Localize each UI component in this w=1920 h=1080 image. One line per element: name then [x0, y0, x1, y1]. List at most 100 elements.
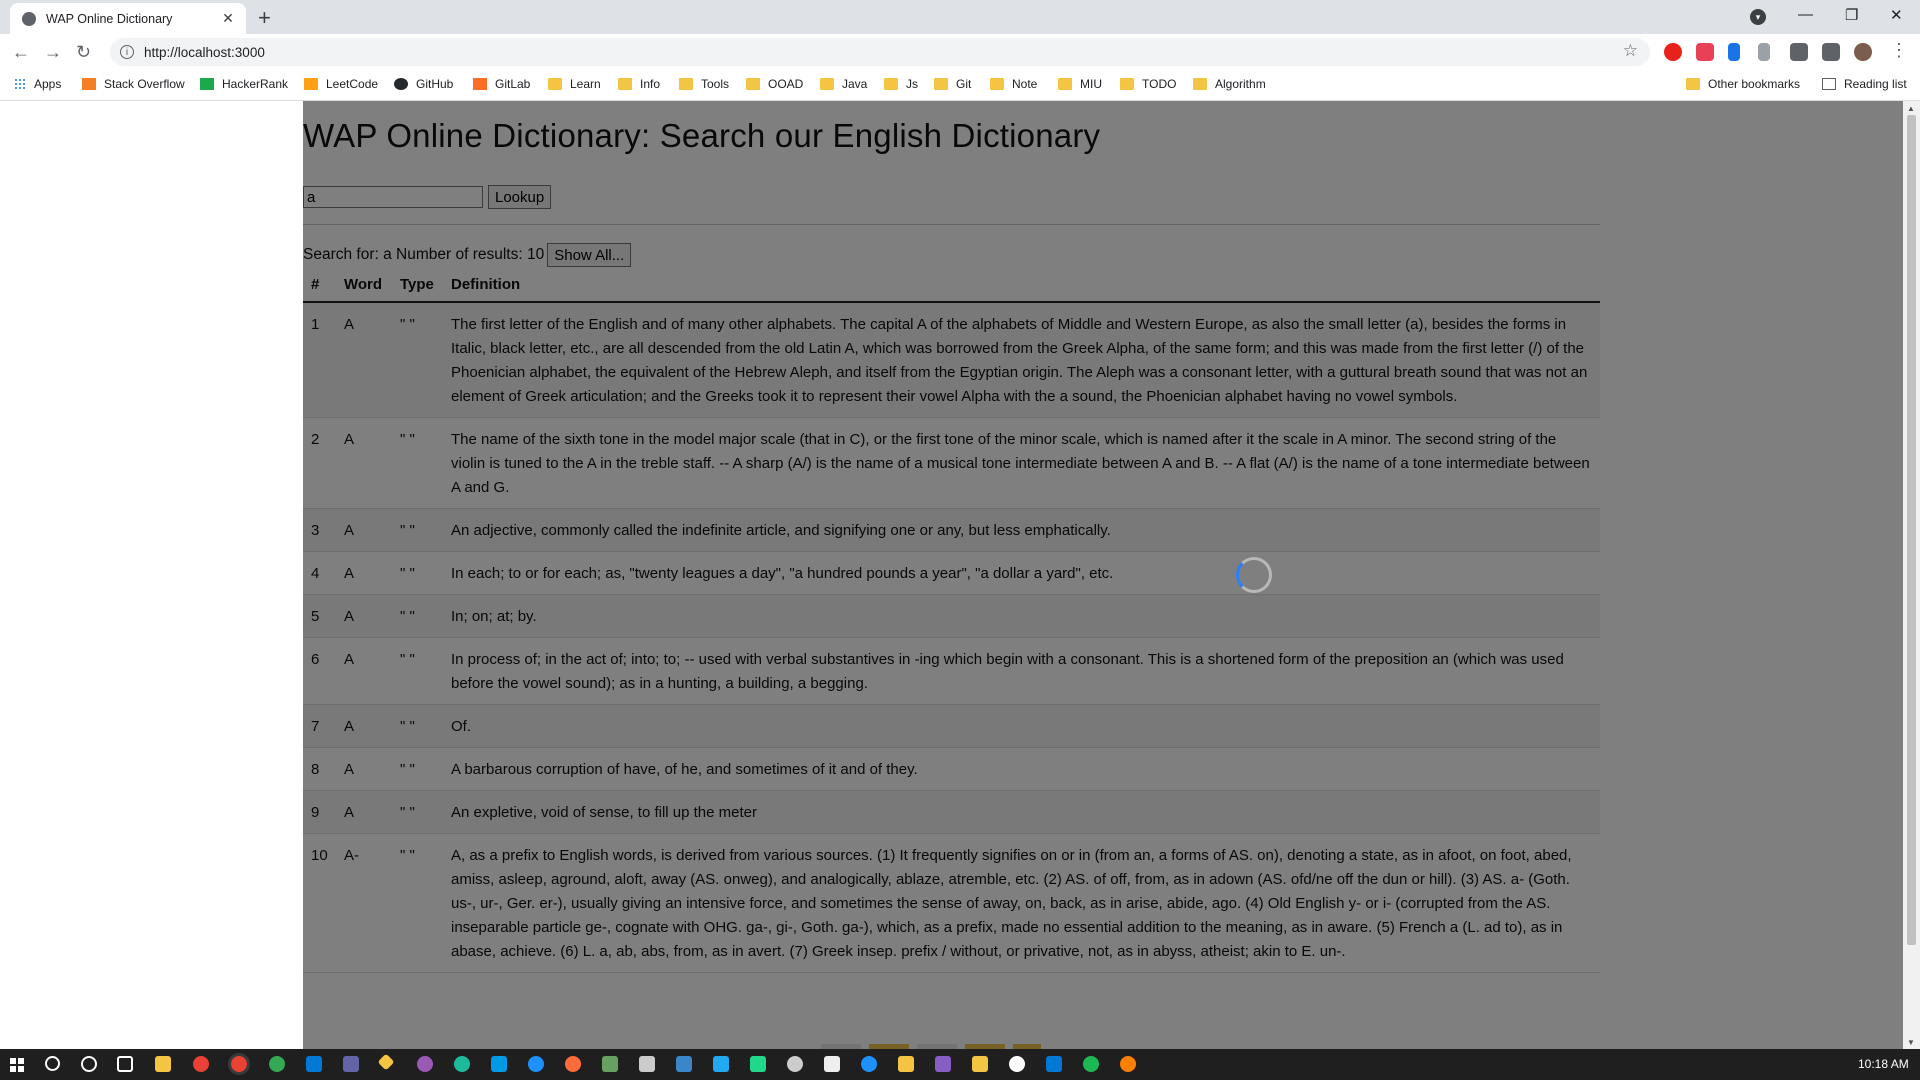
nodejs-icon[interactable] — [602, 1056, 618, 1072]
restore-icon[interactable]: ❐ — [1845, 6, 1858, 24]
bookmark-star-icon[interactable]: ☆ — [1623, 41, 1638, 61]
other-bookmarks[interactable]: Other bookmarks — [1686, 77, 1800, 91]
search-icon[interactable] — [45, 1056, 60, 1071]
bookmark-github[interactable]: GitHub — [394, 77, 453, 91]
row-type: " " — [400, 522, 415, 539]
table-row: 8 A " " A barbarous corruption of have, of … — [303, 748, 1600, 791]
file-explorer-icon[interactable] — [155, 1056, 171, 1072]
bookmark-hackerrank[interactable]: HackerRank — [200, 77, 288, 91]
opera-extension-icon[interactable] — [1664, 43, 1682, 61]
app-icon[interactable] — [898, 1056, 914, 1072]
extension-icon[interactable] — [1696, 43, 1714, 61]
bookmark-miu[interactable]: MIU — [1058, 77, 1102, 91]
scroll-down-icon[interactable]: ▼ — [1907, 1038, 1915, 1047]
chrome-profile-icon[interactable] — [269, 1056, 285, 1072]
bookmark-info[interactable]: Info — [618, 77, 660, 91]
outlook-icon[interactable] — [306, 1056, 322, 1072]
forward-icon[interactable]: → — [44, 42, 62, 63]
row-number: 6 — [311, 651, 320, 668]
terminal-icon[interactable] — [639, 1056, 655, 1072]
windows-start-icon[interactable] — [10, 1058, 24, 1072]
bookmark-leetcode[interactable]: LeetCode — [304, 77, 378, 91]
close-window-icon[interactable]: ✕ — [1890, 6, 1903, 24]
bookmark-apps[interactable]: Apps — [14, 77, 61, 91]
app-icon[interactable] — [491, 1056, 507, 1072]
bookmark-todo[interactable]: TODO — [1120, 77, 1176, 91]
media-control-icon[interactable] — [1822, 43, 1840, 61]
bookmark-stack-overflow[interactable]: Stack Overflow — [82, 77, 185, 91]
bookmark-learn[interactable]: Learn — [548, 77, 601, 91]
show-all-button[interactable]: Show All... — [547, 243, 632, 267]
lookup-button[interactable]: Lookup — [488, 185, 552, 209]
cortana-icon[interactable] — [81, 1056, 97, 1072]
app-icon[interactable] — [528, 1056, 544, 1072]
minimize-icon[interactable]: — — [1798, 6, 1813, 23]
sourcetree-icon[interactable] — [377, 1053, 395, 1071]
reading-list[interactable]: Reading list — [1822, 77, 1907, 91]
hackerrank-icon — [200, 78, 214, 90]
browser-menu-icon[interactable]: ⋮ — [1890, 40, 1908, 61]
bookmark-js[interactable]: Js — [884, 77, 918, 91]
row-number: 2 — [311, 431, 320, 448]
chrome-icon[interactable] — [193, 1056, 209, 1072]
page-viewport: WAP Online Dictionary: Search our Englis… — [0, 101, 1920, 1050]
postman-icon[interactable] — [565, 1056, 581, 1072]
back-icon[interactable]: ← — [12, 42, 30, 63]
vimeo-extension-icon[interactable] — [1728, 43, 1740, 61]
close-tab-icon[interactable]: ✕ — [220, 10, 236, 27]
row-number: 7 — [311, 718, 320, 735]
bookmark-gitlab[interactable]: GitLab — [473, 77, 530, 91]
bookmark-tools[interactable]: Tools — [679, 77, 729, 91]
reading-list-icon — [1822, 78, 1836, 90]
table-row: 10 A- " " A, as a prefix to English words, … — [303, 834, 1600, 973]
bookmark-algorithm[interactable]: Algorithm — [1193, 77, 1266, 91]
app-icon[interactable] — [1046, 1056, 1062, 1072]
column-header-definition: Definition — [443, 273, 1600, 303]
divider — [303, 224, 1600, 225]
folder-icon — [1120, 78, 1134, 90]
visual-studio-icon[interactable] — [935, 1056, 951, 1072]
table-row: 7 A " " Of. — [303, 704, 1600, 748]
browser-tab[interactable]: WAP Online Dictionary ✕ — [10, 3, 246, 34]
column-header-number: # — [303, 273, 336, 303]
app-icon[interactable] — [787, 1056, 803, 1072]
new-tab-icon[interactable]: + — [258, 5, 271, 31]
table-row: 2 A " " The name of the sixth tone in the m… — [303, 418, 1600, 509]
app-icon[interactable] — [1009, 1056, 1025, 1072]
flag-extension-icon[interactable] — [1758, 43, 1770, 61]
app-icon[interactable] — [972, 1056, 988, 1072]
folder-icon — [884, 78, 898, 90]
bookmark-note[interactable]: Note — [990, 77, 1037, 91]
teams-icon[interactable] — [343, 1056, 359, 1072]
row-definition: A barbarous corruption of have, of he, a… — [451, 761, 918, 778]
chrome-active-icon[interactable] — [231, 1056, 247, 1072]
extensions-puzzle-icon[interactable] — [1790, 43, 1808, 61]
tab-search-icon[interactable]: ▾ — [1750, 9, 1766, 25]
app-icon[interactable] — [1120, 1056, 1136, 1072]
address-bar[interactable]: i http://localhost:3000 ☆ — [110, 38, 1650, 66]
bookmark-ooad[interactable]: OOAD — [746, 77, 803, 91]
vscode-icon[interactable] — [713, 1056, 729, 1072]
reload-icon[interactable]: ↻ — [76, 42, 91, 63]
dictionary-app: WAP Online Dictionary: Search our Englis… — [303, 101, 1600, 1050]
app-icon[interactable] — [454, 1056, 470, 1072]
site-info-icon[interactable]: i — [120, 45, 134, 59]
scroll-up-icon[interactable]: ▲ — [1907, 104, 1915, 113]
task-view-icon[interactable] — [117, 1056, 133, 1072]
intellij-icon[interactable] — [750, 1056, 766, 1072]
page-scrollbar[interactable]: ▲ ▼ — [1903, 101, 1920, 1049]
row-type: " " — [400, 316, 415, 333]
app-icon[interactable] — [417, 1056, 433, 1072]
profile-avatar[interactable] — [1854, 43, 1872, 61]
app-icon[interactable] — [861, 1056, 877, 1072]
bookmark-java[interactable]: Java — [820, 77, 867, 91]
folder-icon — [1058, 78, 1072, 90]
app-icon[interactable] — [676, 1056, 692, 1072]
row-word: A — [344, 608, 355, 625]
app-icon[interactable] — [824, 1056, 840, 1072]
spotify-icon[interactable] — [1083, 1056, 1099, 1072]
tab-title: WAP Online Dictionary — [46, 11, 173, 26]
scrollbar-thumb[interactable] — [1907, 115, 1916, 945]
search-input[interactable] — [303, 186, 483, 208]
bookmark-git[interactable]: Git — [934, 77, 971, 91]
